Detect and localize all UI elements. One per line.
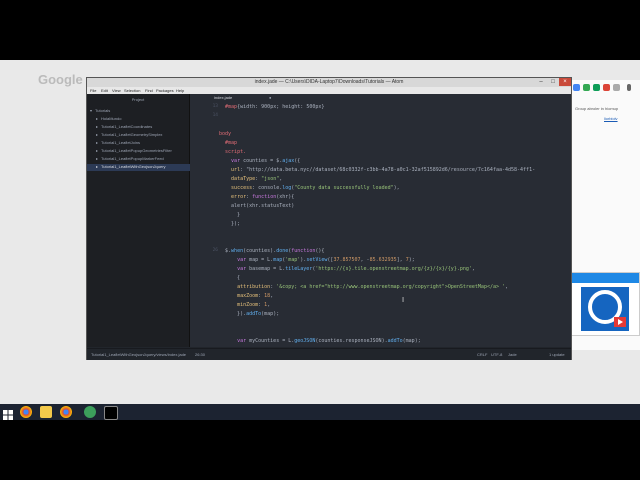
hangout-title-bar[interactable] [571,273,639,283]
mouse-cursor-icon: I [402,296,405,304]
code-line[interactable]: #map [219,140,237,146]
close-button[interactable]: × [559,78,571,86]
atom-window[interactable]: index.jade — C:\Users\DIDA-Laptop7\Downl… [86,77,572,360]
code-line[interactable]: var counties = $.ajax({ [219,158,300,164]
menu-selection[interactable]: Selection [124,88,140,93]
status-bar: Tutorial1_LeafletWithGeojsonJquery/views… [87,348,571,360]
chrome-icon[interactable] [20,406,32,418]
menu-file[interactable]: File [90,88,96,93]
menu-view[interactable]: View [112,88,121,93]
code-area[interactable]: #map{width: 900px; height: 500px} body #m… [219,104,569,347]
terminal-icon[interactable] [104,406,118,420]
code-line[interactable]: success: console.log("County data succes… [219,185,400,191]
code-line[interactable]: var myCounties = L.geoJSON(counties.resp… [219,338,421,344]
hangout-video-icon [581,287,629,331]
side-panel-link[interactable]: liorbiolv [604,116,618,121]
window-titlebar[interactable]: index.jade — C:\Users\DIDA-Laptop7\Downl… [87,78,571,87]
line-number-gutter: 13 14 26 [190,104,222,347]
tree-item[interactable]: ▸ Tutorial1_LeafletJoins [87,140,198,147]
code-line[interactable]: script. [219,149,246,155]
menu-bar: File Edit View Selection Find Packages H… [87,87,571,94]
tree-item-tutorials[interactable]: ▾ Tutorials [87,108,192,115]
code-line[interactable]: body [219,131,231,137]
code-line[interactable]: }); [219,221,240,227]
tree-item[interactable]: ▸ Tutorial1_LeafletGeometrySimplex [87,132,198,139]
menu-help[interactable]: Help [176,88,184,93]
tree-header: Project [131,97,145,102]
code-line[interactable]: attribution: '&copy; <a href="http://www… [219,284,508,290]
tree-item[interactable]: ▸ HolaMundo [87,116,198,123]
chrome-icon[interactable] [60,406,72,418]
code-line[interactable]: $.when(counties).done(function(){ [219,248,324,254]
code-line[interactable]: var map = L.map('map').setView([37.85750… [219,257,415,263]
code-line[interactable]: }).addTo(map); [219,311,279,317]
code-line[interactable]: dataType: "json", [219,176,282,182]
code-line[interactable]: minZoom: 1, [219,302,270,308]
gmail-icon[interactable] [603,84,610,91]
line-number: 14 [212,113,218,118]
menu-edit[interactable]: Edit [101,88,108,93]
file-explorer-icon[interactable] [40,406,52,418]
maximize-button[interactable]: □ [547,78,559,86]
tree-item[interactable]: ▸ Tutorial1_LeafletCoordinates [87,124,198,131]
project-tree[interactable]: Project ▾ Tutorials ▸ HolaMundo ▸ Tutorial1… [87,94,198,347]
taskbar [0,404,640,420]
google-logo: Google [38,72,83,87]
code-line[interactable]: } [219,212,240,218]
tree-item[interactable]: ▸ Tutorial1_LeafletPopupMarkerFeed [87,156,198,163]
minimize-button[interactable]: – [535,78,547,86]
code-line[interactable]: #map{width: 900px; height: 500px} [219,104,324,110]
window-title: index.jade — C:\Users\DIDA-Laptop7\Downl… [254,79,404,85]
menu-icon[interactable] [627,84,631,91]
side-panel-text: Group abroler in hiomup [575,106,619,111]
extension-icon[interactable] [583,84,590,91]
atom-icon[interactable] [84,406,96,418]
translate-icon[interactable] [573,84,580,91]
hangout-video-panel[interactable] [570,272,640,336]
code-line[interactable]: error: function(xhr){ [219,194,294,200]
line-number: 13 [212,104,218,109]
status-file-path[interactable]: Tutorial1_LeafletWithGeojsonJquery/views… [91,352,186,357]
menu-find[interactable]: Find [145,88,153,93]
menu-packages[interactable]: Packages [156,88,174,93]
code-line[interactable]: var basemap = L.tileLayer('https://{s}.t… [219,266,475,272]
tree-item-selected[interactable]: ▸ Tutorial1_LeafletWithGeojsonJquery [87,164,198,171]
tree-item[interactable]: ▸ Tutorial1_LeafletPopupGeometriesFilter [87,148,198,155]
code-line[interactable]: url: "http://data.beta.nyc//dataset/68c0… [219,167,535,173]
status-encoding[interactable]: UTF-8 [491,352,502,357]
tab-close-icon[interactable]: ● [269,95,271,100]
status-updates[interactable]: 1 update [549,352,565,357]
code-line[interactable]: { [219,275,240,281]
tab-index-jade[interactable]: index.jade [214,95,266,102]
bookmark-icon[interactable] [613,84,620,91]
status-grammar[interactable]: Jade [508,352,517,357]
line-number: 26 [212,248,218,253]
windows-start-icon[interactable] [2,406,14,420]
hangouts-icon[interactable] [593,84,600,91]
code-line[interactable]: maxZoom: 18, [219,293,273,299]
code-line[interactable]: alert(xhr.statusText) [219,203,294,209]
status-line-ending[interactable]: CRLF [477,352,487,357]
status-cursor-position[interactable]: 26:30 [195,352,205,357]
